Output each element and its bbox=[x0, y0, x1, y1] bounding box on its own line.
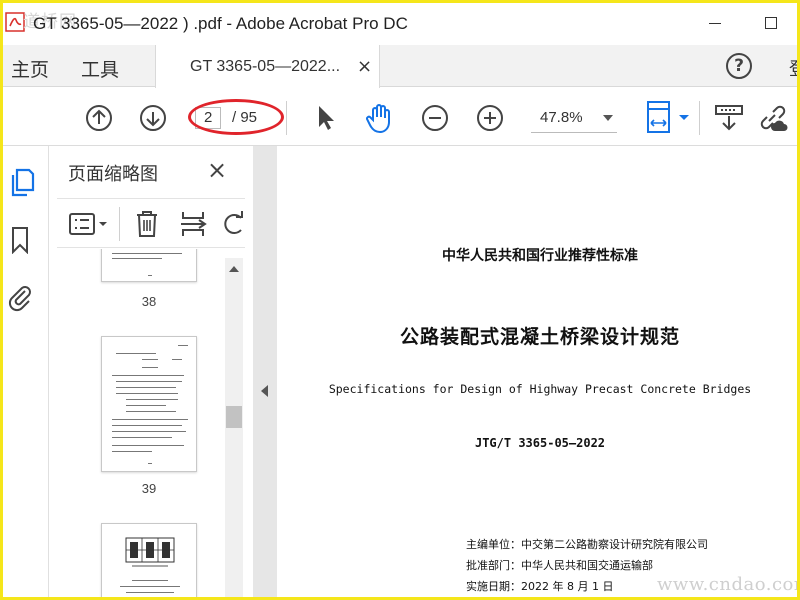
panel-collapse-strip[interactable] bbox=[253, 146, 277, 597]
doc-editor: 主编单位：中交第二公路勘察设计研究院有限公司 bbox=[466, 538, 708, 551]
panel-divider bbox=[119, 207, 120, 241]
menu-tools[interactable]: 工具 bbox=[81, 55, 119, 82]
thumbnail-diagram bbox=[125, 537, 175, 567]
scroll-mode-icon[interactable] bbox=[713, 103, 745, 133]
zoom-in-icon[interactable] bbox=[476, 104, 504, 132]
thumbnails-panel: 页面缩略图 × 38 39 bbox=[49, 146, 253, 597]
window-title: GT 3365-05—2022 ) .pdf - Adobe Acrobat P… bbox=[33, 14, 408, 33]
page-thumbnail[interactable] bbox=[101, 249, 197, 282]
share-link-icon[interactable] bbox=[755, 103, 789, 133]
close-icon[interactable]: × bbox=[207, 156, 227, 184]
doc-title-en: Specifications for Design of Highway Pre… bbox=[328, 382, 752, 396]
zoom-out-icon[interactable] bbox=[421, 104, 449, 132]
collapse-arrow-icon[interactable] bbox=[261, 385, 268, 397]
thumbnail-page-number: 39 bbox=[141, 481, 157, 496]
toolbar-divider bbox=[286, 101, 287, 135]
page-thumbnail[interactable] bbox=[101, 523, 197, 597]
navigation-rail bbox=[3, 146, 49, 597]
toolbar-divider bbox=[699, 101, 700, 135]
minimize-button[interactable] bbox=[709, 23, 721, 24]
doc-effective-date: 实施日期：2022 年 8 月 1 日 bbox=[466, 580, 614, 593]
thumbnail-list: 38 39 bbox=[49, 249, 225, 597]
title-bar: 道桥网 GT 3365-05—2022 ) .pdf - Adobe Acrob… bbox=[3, 3, 797, 45]
signin-button[interactable]: 登 bbox=[789, 55, 797, 81]
select-cursor-icon[interactable] bbox=[315, 103, 337, 133]
thumbnail-page-number: 38 bbox=[141, 294, 157, 309]
highlight-ellipse bbox=[188, 99, 284, 135]
doc-code: JTG/T 3365-05—2022 bbox=[474, 436, 606, 450]
attachment-icon[interactable] bbox=[7, 282, 33, 312]
zoom-dropdown[interactable]: 47.8% bbox=[531, 103, 617, 133]
tab-document-label: GT 3365-05—2022... bbox=[190, 58, 341, 75]
trash-icon[interactable] bbox=[134, 209, 160, 239]
scrollbar-thumb[interactable] bbox=[226, 406, 242, 428]
chevron-down-icon bbox=[603, 115, 613, 121]
fit-width-icon[interactable] bbox=[645, 99, 691, 135]
tab-document[interactable]: GT 3365-05—2022... × bbox=[155, 45, 380, 88]
bookmark-icon[interactable] bbox=[10, 226, 30, 254]
panel-toolbar bbox=[57, 198, 245, 248]
rotate-icon[interactable] bbox=[223, 211, 245, 237]
menu-home[interactable]: 主页 bbox=[11, 55, 49, 82]
page-thumbnail[interactable] bbox=[101, 336, 197, 472]
maximize-button[interactable] bbox=[765, 17, 777, 29]
zoom-value: 47.8% bbox=[540, 109, 583, 126]
scroll-up-icon[interactable] bbox=[229, 266, 239, 272]
insert-pages-icon[interactable] bbox=[179, 209, 209, 239]
next-page-icon[interactable] bbox=[139, 104, 167, 132]
previous-page-icon[interactable] bbox=[85, 104, 113, 132]
app-window: 道桥网 GT 3365-05—2022 ) .pdf - Adobe Acrob… bbox=[0, 0, 800, 600]
watermark-bottom: www.cndao.com bbox=[657, 574, 800, 595]
doc-approver: 批准部门：中华人民共和国交通运输部 bbox=[466, 559, 653, 572]
doc-title: 公路装配式混凝土桥梁设计规范 bbox=[399, 326, 680, 348]
menu-bar bbox=[3, 45, 797, 87]
document-page: 中华人民共和国行业推荐性标准 公路装配式混凝土桥梁设计规范 Specificat… bbox=[277, 146, 797, 597]
hand-tool-icon[interactable] bbox=[365, 102, 395, 134]
thumbnail-scrollbar[interactable] bbox=[225, 258, 243, 597]
help-icon[interactable]: ? bbox=[726, 53, 752, 79]
page-thumbnails-icon[interactable] bbox=[9, 168, 35, 198]
panel-title: 页面缩略图 bbox=[68, 164, 158, 185]
options-menu-icon[interactable] bbox=[69, 212, 113, 236]
tab-close-button[interactable]: × bbox=[357, 56, 372, 77]
doc-header: 中华人民共和国行业推荐性标准 bbox=[442, 248, 638, 264]
